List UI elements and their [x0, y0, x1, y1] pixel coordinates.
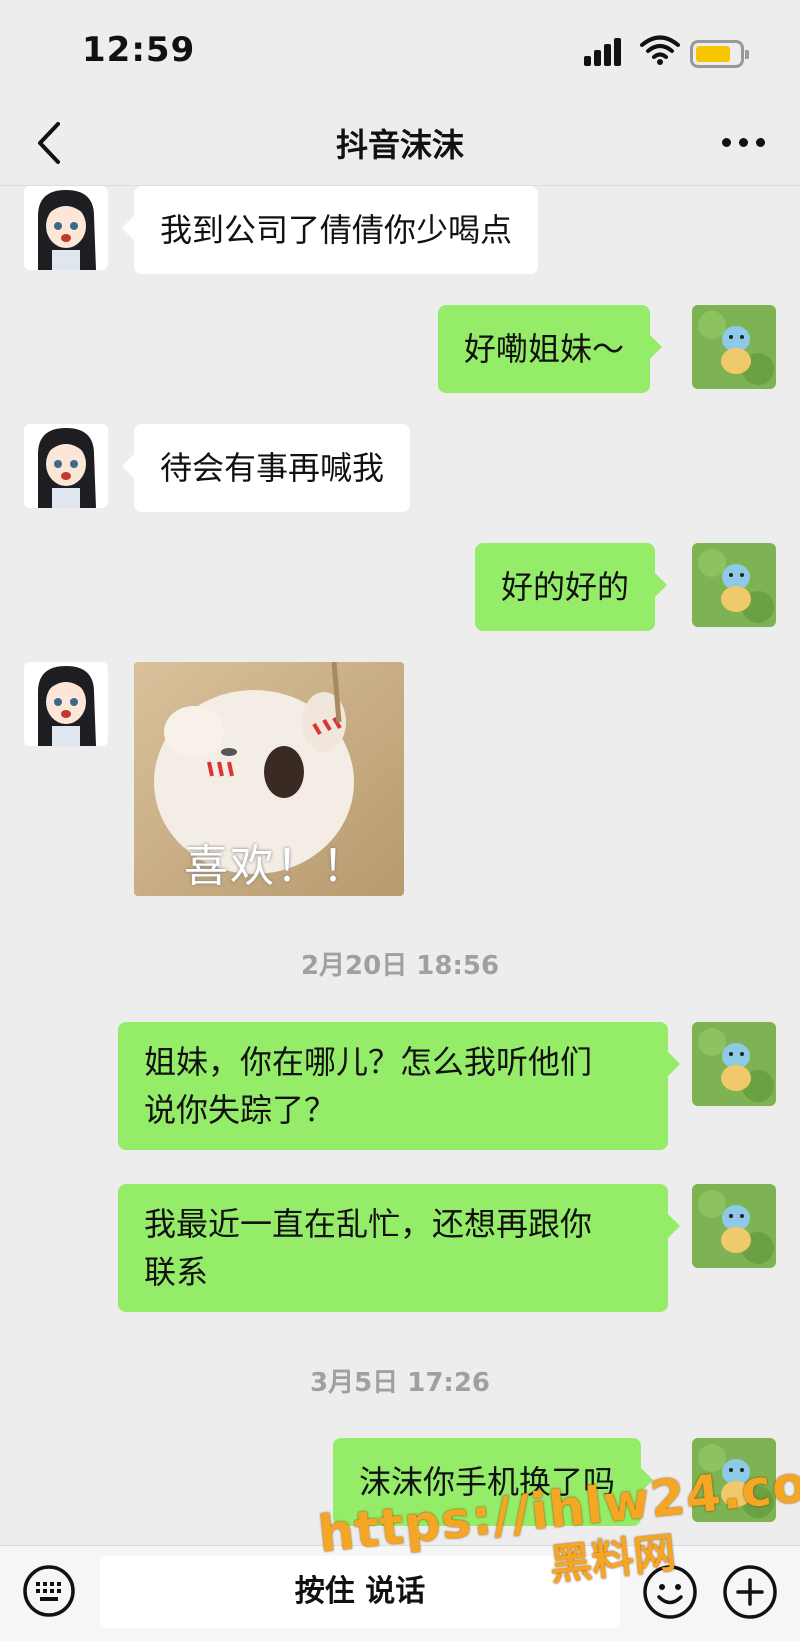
status-time: 12:59 — [82, 30, 196, 70]
wifi-icon — [640, 35, 680, 65]
status-bar: 12:59 — [0, 0, 800, 100]
contact-avatar[interactable] — [24, 662, 108, 746]
chat-title: 抖音沫沫 — [335, 126, 464, 164]
contact-avatar[interactable] — [24, 186, 108, 270]
keyboard-icon[interactable] — [22, 1564, 76, 1618]
nav-bar: 抖音沫沫 — [0, 100, 800, 186]
message-line: 姐妹，你在哪儿？怎么我听他们 — [144, 1043, 593, 1081]
sticker-image[interactable]: 喜欢！！ — [134, 662, 404, 896]
message-bubble-outgoing[interactable]: 我最近一直在乱忙，还想再跟你 联系 — [118, 1184, 680, 1312]
my-avatar[interactable] — [692, 1022, 776, 1106]
message-line: 联系 — [144, 1253, 209, 1291]
message-bubble-outgoing[interactable]: 好嘞姐妹～ — [438, 305, 663, 393]
sticker-caption: 喜欢！！ — [184, 841, 368, 892]
message-bubble-outgoing[interactable]: 好的好的 — [475, 543, 668, 631]
message-line: 我最近一直在乱忙，还想再跟你 — [144, 1205, 593, 1243]
chat-timestamp: 2月20日 18:56 — [300, 951, 500, 981]
battery-icon — [690, 40, 749, 68]
message-bubble-outgoing[interactable]: 姐妹，你在哪儿？怎么我听他们 说你失踪了？ — [118, 1022, 680, 1150]
message-bubble-incoming[interactable]: 待会有事再喊我 — [121, 424, 411, 512]
contact-avatar[interactable] — [24, 424, 108, 508]
my-avatar[interactable] — [692, 543, 776, 627]
more-dots-icon[interactable] — [722, 138, 766, 150]
my-avatar[interactable] — [692, 1184, 776, 1268]
my-avatar[interactable] — [692, 305, 776, 389]
chat-timestamp: 3月5日 17:26 — [310, 1368, 490, 1398]
message-bubble-incoming[interactable]: 我到公司了倩倩你少喝点 — [121, 186, 539, 274]
signal-icon — [584, 38, 628, 66]
message-line: 说你失踪了？ — [144, 1091, 337, 1129]
